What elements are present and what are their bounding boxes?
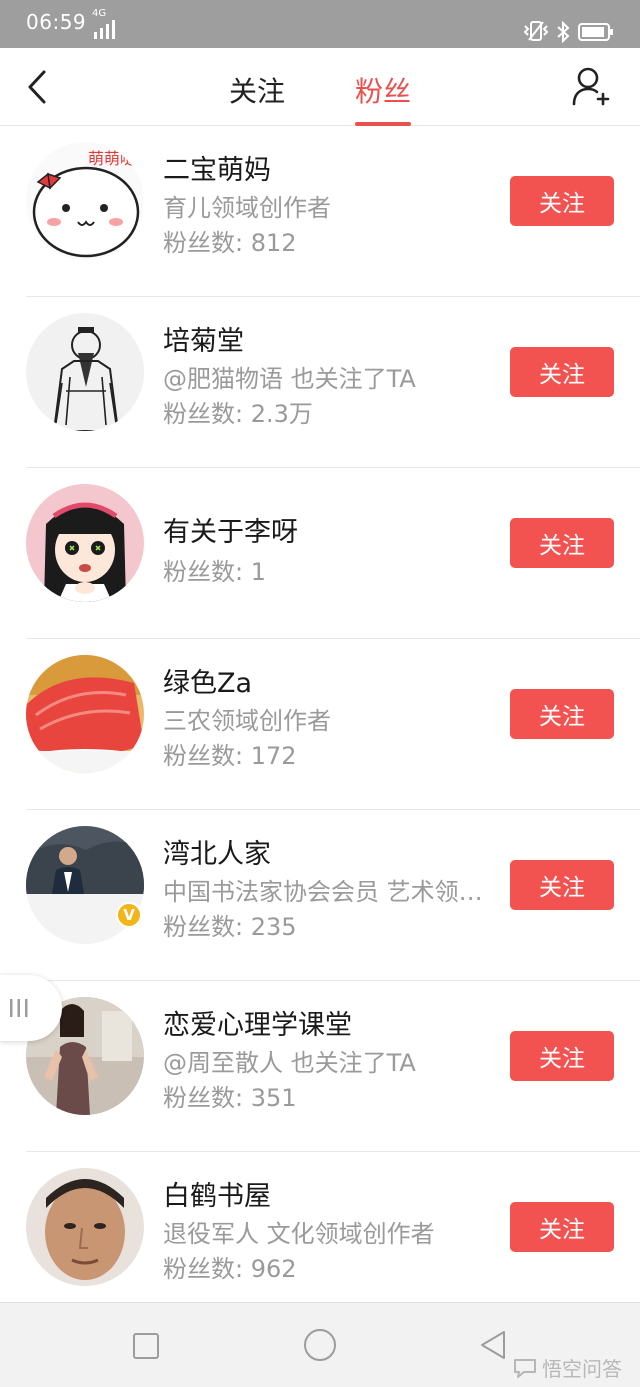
fans-count: 粉丝数: 172 (163, 742, 297, 770)
status-time: 06:59 (26, 10, 87, 34)
bluetooth-icon (557, 21, 570, 43)
avatar-caption: 萌萌哒 (88, 149, 136, 168)
user-name[interactable]: 恋爱心理学课堂 (163, 1003, 352, 1042)
list-item[interactable]: V 湾北人家 中国书法家协会会员 艺术领… 粉丝数: 235 关注 (0, 810, 640, 981)
home-icon[interactable] (304, 1329, 336, 1361)
user-description: @周至散人 也关注了TA (163, 1049, 416, 1077)
follow-button[interactable]: 关注 (510, 689, 614, 739)
system-back-icon[interactable] (478, 1329, 508, 1361)
list-item[interactable]: 培菊堂 @肥猫物语 也关注了TA 粉丝数: 2.3万 关注 (0, 297, 640, 468)
user-name[interactable]: 有关于李呀 (163, 510, 298, 549)
network-badge: 4G (92, 8, 107, 19)
fans-count: 粉丝数: 235 (163, 913, 297, 941)
tab-fans[interactable]: 粉丝 (355, 70, 411, 110)
back-arrow-icon[interactable] (24, 68, 52, 106)
status-bar: 06:59 4G (0, 0, 640, 48)
user-description: 中国书法家协会会员 艺术领… (163, 878, 483, 906)
fans-count: 粉丝数: 351 (163, 1084, 297, 1112)
avatar[interactable]: 萌萌哒 (26, 142, 144, 260)
avatar[interactable] (26, 1168, 144, 1286)
fans-count: 粉丝数: 962 (163, 1255, 297, 1283)
recent-apps-icon[interactable] (133, 1333, 159, 1359)
list-item[interactable]: 萌萌哒 二宝萌妈 育儿领域创作者 粉丝数: 812 关注 (0, 126, 640, 297)
chat-bubble-icon (514, 1358, 536, 1378)
user-description: 三农领域创作者 (163, 707, 331, 735)
watermark-text: 悟空问答 (542, 1357, 622, 1381)
fans-count: 粉丝数: 2.3万 (163, 400, 313, 428)
user-description: @肥猫物语 也关注了TA (163, 365, 416, 393)
list-item[interactable]: 绿色Za 三农领域创作者 粉丝数: 172 关注 (0, 639, 640, 810)
user-name[interactable]: 湾北人家 (163, 832, 271, 871)
follow-button[interactable]: 关注 (510, 518, 614, 568)
user-name[interactable]: 培菊堂 (163, 319, 244, 358)
follow-button[interactable]: 关注 (510, 1031, 614, 1081)
user-description: 育儿领域创作者 (163, 194, 331, 222)
user-name[interactable]: 白鹤书屋 (163, 1174, 271, 1213)
signal-icon (94, 20, 115, 39)
vibrate-icon (523, 21, 549, 41)
avatar[interactable] (26, 484, 144, 602)
avatar[interactable] (26, 655, 144, 773)
follow-button[interactable]: 关注 (510, 176, 614, 226)
list-item[interactable]: 恋爱心理学课堂 @周至散人 也关注了TA 粉丝数: 351 关注 (0, 981, 640, 1152)
list-item[interactable]: 有关于李呀 粉丝数: 1 关注 (0, 468, 640, 639)
verified-badge: V (116, 902, 142, 928)
follow-button[interactable]: 关注 (510, 347, 614, 397)
handle-bars-icon (10, 999, 28, 1017)
list-item[interactable]: 白鹤书屋 退役军人 文化领域创作者 粉丝数: 962 关注 (0, 1152, 640, 1323)
tab-following[interactable]: 关注 (229, 70, 285, 110)
watermark: 悟空问答 (512, 1353, 622, 1382)
user-name[interactable]: 二宝萌妈 (163, 148, 271, 187)
user-name[interactable]: 绿色Za (163, 661, 252, 700)
add-user-icon[interactable] (570, 66, 610, 108)
follow-button[interactable]: 关注 (510, 860, 614, 910)
battery-icon (578, 23, 613, 41)
system-nav-bar: 悟空问答 (0, 1302, 640, 1387)
fans-count: 粉丝数: 1 (163, 558, 266, 586)
follow-button[interactable]: 关注 (510, 1202, 614, 1252)
user-description: 退役军人 文化领域创作者 (163, 1220, 435, 1248)
top-nav: 关注 粉丝 (0, 48, 640, 126)
fans-list: 萌萌哒 二宝萌妈 育儿领域创作者 粉丝数: 812 关注 培菊堂 @肥猫物语 也… (0, 126, 640, 1323)
fans-count: 粉丝数: 812 (163, 229, 297, 257)
avatar[interactable] (26, 313, 144, 431)
